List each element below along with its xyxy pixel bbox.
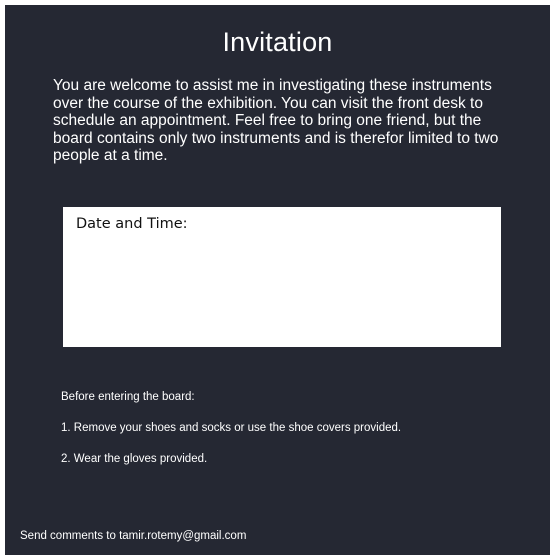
instruction-item-gloves: 2. Wear the gloves provided. (61, 453, 208, 465)
date-time-field[interactable]: Date and Time: (63, 207, 501, 347)
instruction-item-shoes: 1. Remove your shoes and socks or use th… (61, 422, 402, 434)
invitation-intro-text: You are welcome to assist me in investig… (53, 77, 499, 164)
invitation-title: Invitation (222, 27, 333, 57)
instructions-heading: Before entering the board: (61, 391, 195, 403)
date-time-label: Date and Time: (76, 216, 188, 232)
invitation-card: Invitation You are welcome to assist me … (5, 5, 550, 555)
footer-contact-text: Send comments to tamir.rotemy@gmail.com (20, 530, 247, 542)
instructions-section: Before entering the board: 1. Remove you… (61, 390, 531, 466)
